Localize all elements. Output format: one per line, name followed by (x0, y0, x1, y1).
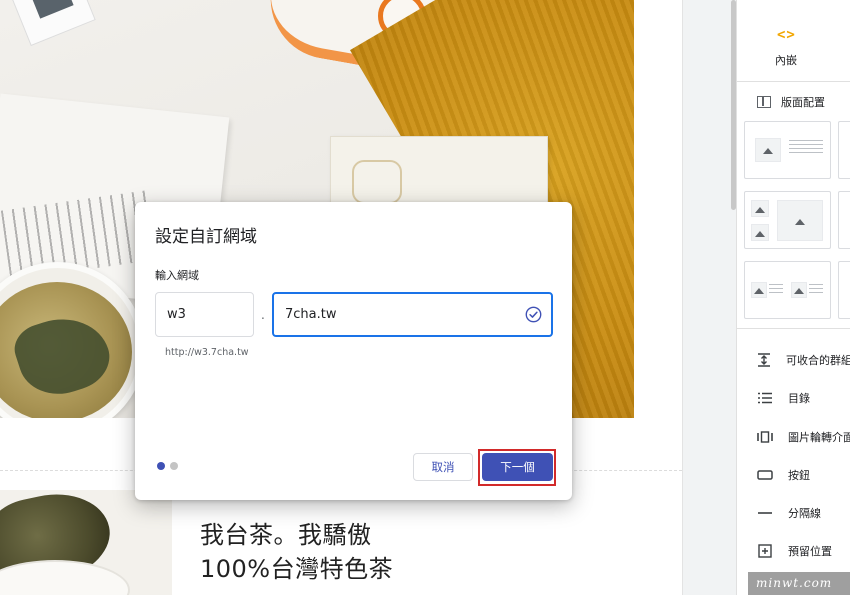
layout-card-text-right-image[interactable] (838, 121, 850, 179)
heading-line-2: 100%台灣特色茶 (200, 555, 394, 583)
tea-leaves-image[interactable] (0, 490, 172, 595)
step-dot-active (157, 462, 165, 470)
domain-field-label: 輸入網域 (155, 269, 199, 282)
sidebar-item-label: 圖片輪轉介面 (788, 431, 850, 444)
sidebar-item-collapsible-group[interactable]: 可收合的群組 (737, 348, 850, 372)
table-of-contents-icon (757, 390, 773, 406)
dialog-title: 設定自訂網域 (155, 227, 257, 247)
image-placeholder-icon (777, 200, 823, 241)
text-placeholder-lines (789, 140, 823, 154)
image-placeholder-icon (751, 282, 767, 298)
image-carousel-icon (757, 429, 773, 445)
layout-card-image-grid[interactable] (744, 191, 831, 249)
code-embed-icon: <> (777, 27, 796, 43)
sidebar-item-table-of-contents[interactable]: 目錄 (737, 386, 850, 410)
domain-input[interactable] (274, 294, 514, 335)
image-placeholder-icon (755, 138, 781, 162)
collapsible-group-icon (757, 352, 771, 368)
text-placeholder-lines (809, 284, 823, 294)
sidebar-item-label: 目錄 (788, 392, 810, 405)
url-preview: http://w3.7cha.tw (165, 347, 249, 358)
placeholder-icon (757, 543, 773, 559)
layout-card-image-left-text[interactable] (744, 121, 831, 179)
text-placeholder-lines (769, 284, 783, 294)
image-placeholder-icon (751, 200, 769, 217)
heading-line-1: 我台茶。我驕傲 (200, 521, 372, 549)
layout-card-two-columns[interactable] (744, 261, 831, 319)
sidebar-item-label: 可收合的群組 (786, 354, 850, 367)
watermark: minwt.com (748, 572, 850, 595)
sidebar-divider (737, 328, 850, 329)
sidebar-item-label: 按鈕 (788, 469, 810, 482)
cancel-button[interactable]: 取消 (413, 453, 473, 481)
domain-separator: . (261, 308, 265, 322)
custom-domain-dialog: 設定自訂網域 輸入網域 . http://w3.7cha.tw 取消 下一個 (135, 202, 572, 500)
bowl-shape (0, 560, 130, 595)
insert-sidebar: <> 內嵌 版面配置 可收合的群組 目錄 圖片輪轉介面 按鈕 分隔線 預留位置 (736, 0, 850, 595)
sidebar-item-divider[interactable]: 分隔線 (737, 501, 850, 525)
step-dot-inactive (170, 462, 178, 470)
step-indicator (157, 462, 178, 470)
layout-icon (757, 96, 771, 108)
sidebar-item-label: 分隔線 (788, 507, 821, 520)
sidebar-item-label: 預留位置 (788, 545, 832, 558)
next-button[interactable]: 下一個 (482, 453, 553, 481)
image-placeholder-icon (791, 282, 807, 298)
photo-card-shape (10, 0, 96, 47)
sidebar-item-image-carousel[interactable]: 圖片輪轉介面 (737, 425, 850, 449)
domain-input-wrapper[interactable] (272, 292, 553, 337)
embed-button[interactable]: <> 內嵌 (737, 0, 850, 82)
editor-gutter (682, 0, 736, 595)
embed-label: 內嵌 (775, 54, 797, 67)
divider-icon (757, 505, 773, 521)
box-emblem (352, 160, 402, 204)
sidebar-item-button[interactable]: 按鈕 (737, 463, 850, 487)
button-icon (757, 467, 773, 483)
layouts-label: 版面配置 (781, 96, 825, 109)
layout-card-three-columns[interactable] (838, 261, 850, 319)
subdomain-input[interactable] (155, 292, 254, 337)
section-text-block[interactable]: 我台茶。我驕傲 100%台灣特色茶 (200, 518, 393, 586)
sidebar-item-placeholder[interactable]: 預留位置 (737, 539, 850, 563)
layouts-header[interactable]: 版面配置 (757, 94, 825, 110)
verified-check-icon (525, 306, 542, 323)
layout-card-mixed[interactable] (838, 191, 850, 249)
image-placeholder-icon (751, 224, 769, 241)
